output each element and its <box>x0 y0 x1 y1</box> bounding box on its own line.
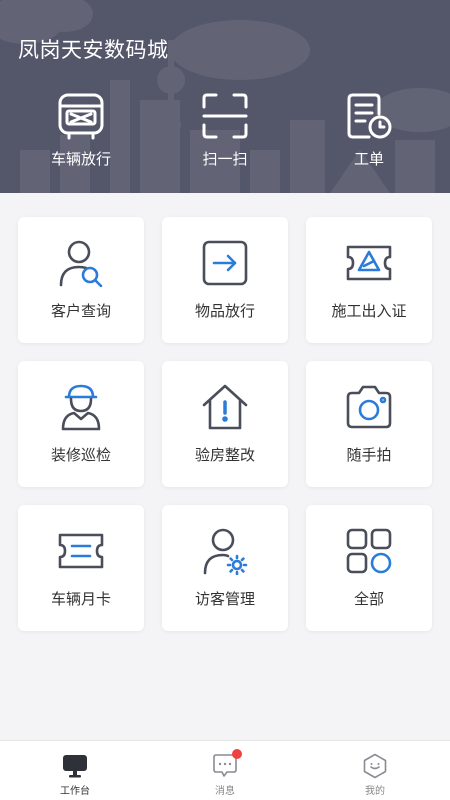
tab-label: 我的 <box>365 786 385 797</box>
grid-item-item-release[interactable]: 物品放行 <box>162 217 288 343</box>
quick-action-vehicle-release[interactable]: 车辆放行 <box>21 92 141 182</box>
construction-pass-icon <box>346 245 392 281</box>
tab-label: 消息 <box>215 786 235 797</box>
ticket-icon <box>58 533 104 569</box>
house-alert-icon <box>202 384 248 430</box>
tab-profile[interactable]: 我的 <box>300 741 450 800</box>
scan-icon <box>202 93 248 139</box>
bottom-tab-bar: 工作台 消息 我的 <box>0 740 450 800</box>
grid-item-snapshot[interactable]: 随手拍 <box>306 361 432 487</box>
grid-item-label: 访客管理 <box>194 590 255 608</box>
grid-item-label: 验房整改 <box>194 446 255 464</box>
grid-item-visitor-management[interactable]: 访客管理 <box>162 505 288 631</box>
customer-search-icon <box>59 240 103 287</box>
grid-item-label: 全部 <box>353 590 384 608</box>
quick-action-work-order[interactable]: 工单 <box>309 92 429 182</box>
work-order-icon <box>347 93 392 139</box>
grid-item-all[interactable]: 全部 <box>306 505 432 631</box>
header-banner: 凤岗天安数码城 车辆放行 扫一扫 工单 <box>0 0 450 193</box>
grid-item-label: 客户查询 <box>50 302 111 320</box>
grid-item-customer-search[interactable]: 客户查询 <box>18 217 144 343</box>
grid-item-label: 车辆月卡 <box>50 590 111 608</box>
unread-badge <box>232 749 242 759</box>
visitor-settings-icon <box>203 528 248 575</box>
bus-icon <box>58 93 104 140</box>
grid-item-label: 随手拍 <box>346 446 392 464</box>
worker-helmet-icon <box>61 384 101 431</box>
quick-action-scan[interactable]: 扫一扫 <box>165 92 285 182</box>
grid-item-label: 施工出入证 <box>331 302 407 320</box>
apps-grid-icon <box>346 528 392 574</box>
grid-item-label: 装修巡检 <box>50 446 111 464</box>
profile-icon <box>363 753 387 779</box>
tab-label: 工作台 <box>60 786 90 797</box>
monitor-icon <box>63 755 87 778</box>
quick-action-label: 车辆放行 <box>50 150 111 168</box>
camera-icon <box>346 385 392 429</box>
tab-messages[interactable]: 消息 <box>150 741 300 800</box>
grid-item-label: 物品放行 <box>194 302 255 320</box>
grid-item-decoration-inspection[interactable]: 装修巡检 <box>18 361 144 487</box>
grid-item-construction-pass[interactable]: 施工出入证 <box>306 217 432 343</box>
item-release-icon <box>202 240 248 286</box>
quick-action-label: 扫一扫 <box>202 150 248 168</box>
quick-action-label: 工单 <box>353 150 384 168</box>
tab-workbench[interactable]: 工作台 <box>0 741 150 800</box>
grid-item-house-rectification[interactable]: 验房整改 <box>162 361 288 487</box>
grid-item-vehicle-monthly-card[interactable]: 车辆月卡 <box>18 505 144 631</box>
page-title: 凤岗天安数码城 <box>18 38 169 62</box>
